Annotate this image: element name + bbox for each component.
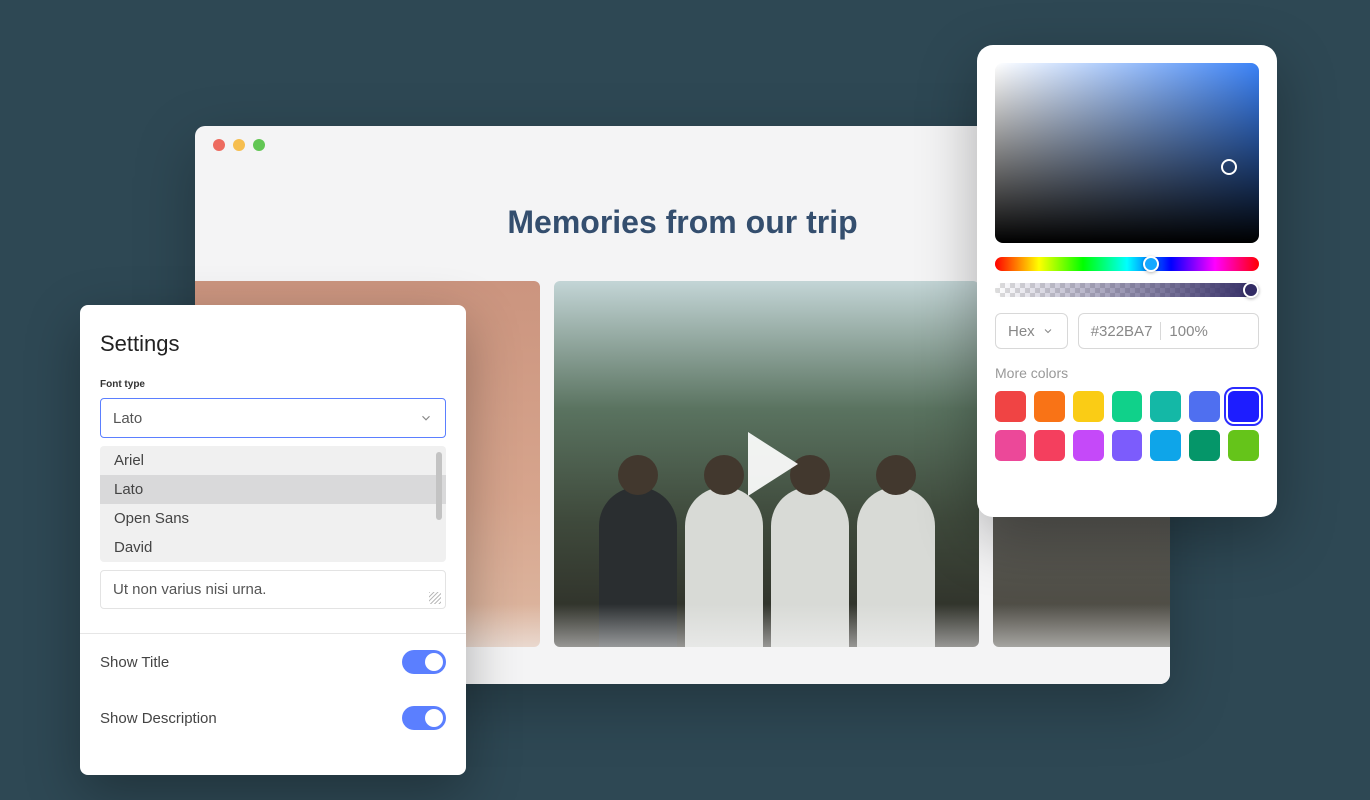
toggle-label: Show Title xyxy=(100,654,169,671)
color-format-select[interactable]: Hex xyxy=(995,313,1068,349)
color-swatch[interactable] xyxy=(1228,391,1259,422)
font-type-select[interactable]: Lato xyxy=(100,398,446,438)
toggle-row-show-title: Show Title xyxy=(100,634,446,690)
color-swatch[interactable] xyxy=(1112,430,1143,461)
font-type-value: Lato xyxy=(113,410,142,427)
sample-textarea[interactable]: Ut non varius nisi urna. xyxy=(100,570,446,609)
font-option[interactable]: Ariel xyxy=(100,446,446,475)
color-swatch[interactable] xyxy=(1073,391,1104,422)
show-title-toggle[interactable] xyxy=(402,650,446,674)
opacity-value: 100% xyxy=(1169,323,1207,340)
color-input-row: Hex #322BA7 100% xyxy=(995,313,1259,349)
sample-text-value: Ut non varius nisi urna. xyxy=(113,581,266,598)
hex-value: #322BA7 xyxy=(1091,323,1153,340)
color-swatch[interactable] xyxy=(1034,430,1065,461)
font-option[interactable]: Lato xyxy=(100,475,446,504)
font-dropdown-list: Ariel Lato Open Sans David xyxy=(100,446,446,562)
color-swatch[interactable] xyxy=(1228,430,1259,461)
gallery-item-current[interactable] xyxy=(554,281,979,647)
alpha-thumb[interactable] xyxy=(1243,282,1259,298)
saturation-brightness-field[interactable] xyxy=(995,63,1259,243)
more-colors-label: More colors xyxy=(995,365,1259,381)
color-swatch[interactable] xyxy=(1034,391,1065,422)
settings-panel: Settings Font type Lato Ariel Lato Open … xyxy=(80,305,466,775)
saturation-selector[interactable] xyxy=(1221,159,1237,175)
alpha-slider[interactable] xyxy=(995,283,1259,297)
color-format-value: Hex xyxy=(1008,323,1035,340)
settings-title: Settings xyxy=(100,331,446,357)
minimize-window-dot[interactable] xyxy=(233,139,245,151)
resize-handle-icon[interactable] xyxy=(429,592,441,604)
color-swatch[interactable] xyxy=(995,430,1026,461)
chevron-down-icon xyxy=(1041,324,1055,338)
font-option[interactable]: Open Sans xyxy=(100,504,446,533)
show-description-toggle[interactable] xyxy=(402,706,446,730)
play-button[interactable] xyxy=(717,414,817,514)
color-swatch[interactable] xyxy=(1073,430,1104,461)
color-swatch[interactable] xyxy=(995,391,1026,422)
dropdown-scrollbar[interactable] xyxy=(436,452,442,520)
hue-slider[interactable] xyxy=(995,257,1259,271)
close-window-dot[interactable] xyxy=(213,139,225,151)
font-option[interactable]: David xyxy=(100,533,446,562)
color-swatch[interactable] xyxy=(1150,391,1181,422)
color-picker-panel: Hex #322BA7 100% More colors xyxy=(977,45,1277,517)
chevron-down-icon xyxy=(419,411,433,425)
color-swatch[interactable] xyxy=(1150,430,1181,461)
hue-thumb[interactable] xyxy=(1143,256,1159,272)
input-divider xyxy=(1160,322,1161,340)
play-icon xyxy=(748,432,798,496)
hex-input[interactable]: #322BA7 100% xyxy=(1078,313,1259,349)
color-swatch[interactable] xyxy=(1189,391,1220,422)
color-swatch[interactable] xyxy=(1112,391,1143,422)
maximize-window-dot[interactable] xyxy=(253,139,265,151)
toggle-label: Show Description xyxy=(100,710,217,727)
swatch-grid xyxy=(995,391,1259,461)
font-type-label: Font type xyxy=(100,379,446,390)
toggle-row-show-description: Show Description xyxy=(100,690,446,746)
color-swatch[interactable] xyxy=(1189,430,1220,461)
